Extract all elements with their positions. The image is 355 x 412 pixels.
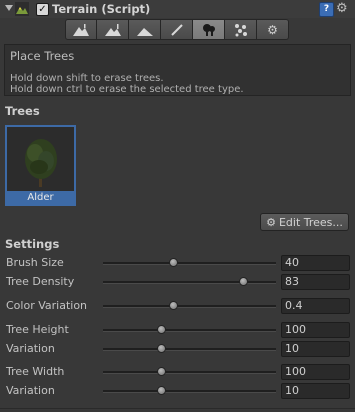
tree-density-label: Tree Density bbox=[6, 275, 75, 288]
brush-size-field[interactable]: 40 bbox=[281, 255, 350, 271]
tool-paint-texture[interactable] bbox=[161, 19, 193, 40]
place-trees-icon bbox=[202, 23, 215, 36]
color-variation-label: Color Variation bbox=[6, 299, 88, 312]
width-variation-thumb[interactable] bbox=[157, 386, 167, 395]
color-variation-thumb[interactable] bbox=[168, 301, 178, 310]
color-variation-field[interactable]: 0.4 bbox=[281, 298, 350, 314]
tree-height-field[interactable]: 100 bbox=[281, 322, 350, 338]
tree-width-slider[interactable] bbox=[103, 371, 276, 374]
help-title: Place Trees bbox=[10, 49, 75, 63]
brush-size-slider[interactable] bbox=[103, 262, 276, 265]
help-line-shift: Hold down shift to erase trees. bbox=[10, 73, 164, 84]
foldout-arrow-icon[interactable] bbox=[5, 5, 13, 11]
help-line-ctrl: Hold down ctrl to erase the selected tre… bbox=[10, 84, 244, 95]
terrain-toolbar: ⚙ bbox=[65, 19, 289, 40]
paint-texture-icon bbox=[170, 23, 183, 36]
help-icon[interactable]: ? bbox=[319, 2, 334, 17]
paint-height-icon bbox=[104, 23, 121, 36]
tree-density-field[interactable]: 83 bbox=[281, 274, 350, 290]
gear-icon: ⚙ bbox=[266, 215, 276, 229]
tool-help-box: Place Trees Hold down shift to erase tre… bbox=[4, 44, 351, 96]
tool-place-trees[interactable] bbox=[193, 19, 225, 40]
enable-checkbox[interactable]: ✓ bbox=[36, 3, 49, 16]
tree-width-field[interactable]: 100 bbox=[281, 364, 350, 380]
tree-label: Alder bbox=[7, 191, 74, 204]
tree-height-label: Tree Height bbox=[6, 323, 69, 336]
brush-size-thumb[interactable] bbox=[168, 258, 178, 267]
height-variation-slider[interactable] bbox=[103, 348, 276, 351]
width-variation-field[interactable]: 10 bbox=[281, 383, 350, 399]
edit-trees-button[interactable]: ⚙ Edit Trees... bbox=[260, 213, 349, 231]
settings-section-label: Settings bbox=[5, 237, 60, 251]
terrain-component-icon bbox=[15, 2, 29, 16]
inspector-divider bbox=[0, 408, 355, 409]
tree-density-thumb[interactable] bbox=[239, 277, 249, 286]
trees-section-label: Trees bbox=[5, 104, 40, 118]
raise-lower-terrain-icon bbox=[73, 23, 89, 36]
tool-terrain-settings[interactable]: ⚙ bbox=[257, 19, 289, 40]
brush-size-label: Brush Size bbox=[6, 256, 64, 269]
tree-density-slider[interactable] bbox=[103, 281, 276, 284]
component-title: Terrain (Script) bbox=[52, 2, 151, 16]
tool-paint-height[interactable] bbox=[97, 19, 129, 40]
tree-height-thumb[interactable] bbox=[157, 325, 167, 334]
gear-icon[interactable]: ⚙ bbox=[336, 1, 352, 17]
tool-paint-details[interactable] bbox=[225, 19, 257, 40]
tree-width-thumb[interactable] bbox=[157, 367, 167, 376]
width-variation-slider[interactable] bbox=[103, 390, 276, 393]
paint-details-icon bbox=[234, 23, 247, 36]
color-variation-slider[interactable] bbox=[103, 305, 276, 308]
terrain-settings-icon: ⚙ bbox=[267, 22, 278, 37]
width-variation-label: Variation bbox=[6, 384, 55, 397]
smooth-height-icon bbox=[136, 27, 153, 36]
tree-item-alder[interactable]: Alder bbox=[5, 125, 76, 206]
height-variation-field[interactable]: 10 bbox=[281, 341, 350, 357]
tool-raise-lower[interactable] bbox=[65, 19, 97, 40]
tree-width-label: Tree Width bbox=[6, 365, 65, 378]
height-variation-thumb[interactable] bbox=[157, 344, 167, 353]
tree-height-slider[interactable] bbox=[103, 329, 276, 332]
height-variation-label: Variation bbox=[6, 342, 55, 355]
tree-thumbnail bbox=[11, 131, 70, 190]
edit-trees-label: Edit Trees... bbox=[278, 215, 343, 229]
tool-smooth-height[interactable] bbox=[129, 19, 161, 40]
